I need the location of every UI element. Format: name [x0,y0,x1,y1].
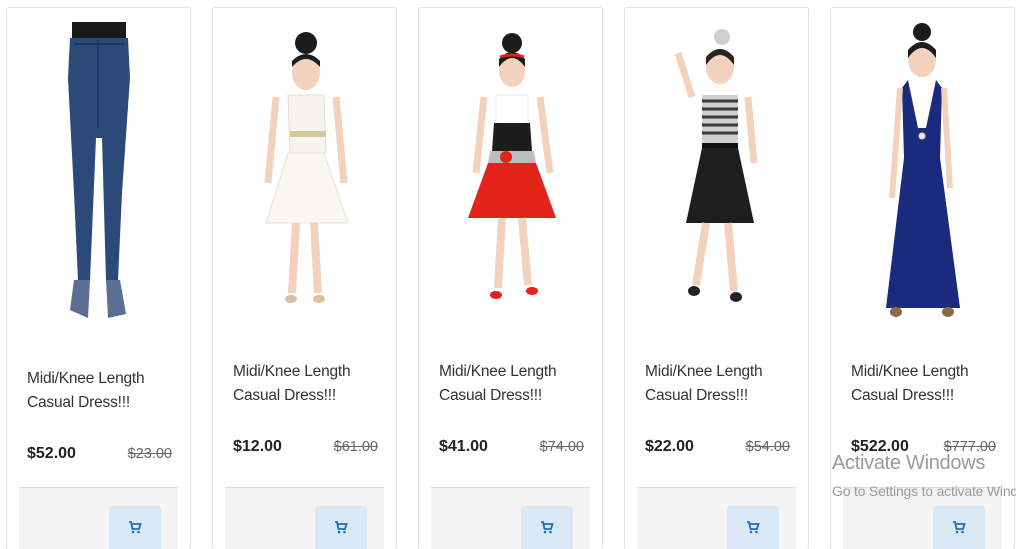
product-price: $12.00 [233,438,282,455]
card-footer [637,487,796,549]
card-footer [19,487,178,549]
product-image[interactable] [419,8,602,338]
product-old-price: $61.00 [333,439,378,455]
product-title[interactable]: Midi/Knee Length Casual Dress!!! [645,360,796,408]
product-old-price: $54.00 [745,439,790,455]
cart-icon [747,521,760,534]
activate-windows-watermark: Activate Windows Go to Settings to activ… [832,452,1016,499]
add-to-cart-button[interactable] [933,506,985,549]
product-card[interactable]: Midi/Knee Length Casual Dress!!! $22.00 … [624,7,809,549]
product-image[interactable] [831,8,1014,338]
product-title[interactable]: Midi/Knee Length Casual Dress!!! [27,367,178,415]
product-image[interactable] [7,8,190,338]
product-title[interactable]: Midi/Knee Length Casual Dress!!! [851,360,1002,408]
product-image[interactable] [213,8,396,338]
product-price: $52.00 [27,445,76,462]
product-card[interactable]: Midi/Knee Length Casual Dress!!! $41.00 … [418,7,603,549]
product-title[interactable]: Midi/Knee Length Casual Dress!!! [439,360,590,408]
cart-icon [335,521,348,534]
product-price: $22.00 [645,438,694,455]
add-to-cart-button[interactable] [727,506,779,549]
add-to-cart-button[interactable] [521,506,573,549]
cart-icon [541,521,554,534]
cart-icon [129,521,142,534]
cart-icon [953,521,966,534]
product-price: $41.00 [439,438,488,455]
add-to-cart-button[interactable] [315,506,367,549]
product-old-price: $23.00 [127,446,172,462]
card-footer [431,487,590,549]
product-card[interactable]: Midi/Knee Length Casual Dress!!! $12.00 … [212,7,397,549]
watermark-title: Activate Windows [832,452,986,474]
product-image[interactable] [625,8,808,338]
watermark-subtitle: Go to Settings to activate Window [832,483,1016,499]
card-footer [225,487,384,549]
product-old-price: $74.00 [539,439,584,455]
product-title[interactable]: Midi/Knee Length Casual Dress!!! [233,360,384,408]
product-card[interactable]: Midi/Knee Length Casual Dress!!! $52.00 … [6,7,191,549]
add-to-cart-button[interactable] [109,506,161,549]
